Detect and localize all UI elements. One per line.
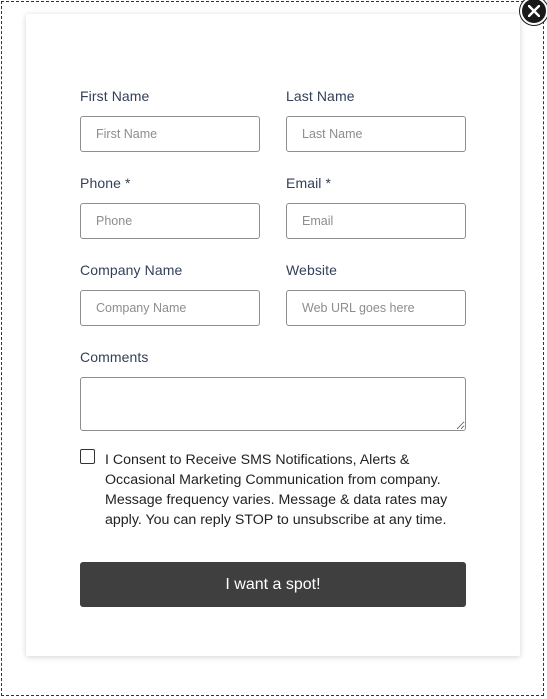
- consent-text: I Consent to Receive SMS Notifications, …: [105, 452, 448, 528]
- website-label: Website: [286, 262, 338, 278]
- company-name-input[interactable]: [80, 290, 260, 326]
- submit-button[interactable]: I want a spot!: [80, 562, 466, 607]
- last-name-input[interactable]: [286, 116, 466, 152]
- email-input[interactable]: [286, 203, 466, 239]
- close-icon: [528, 5, 540, 17]
- first-name-label: First Name: [80, 88, 150, 104]
- company-name-label: Company Name: [80, 262, 183, 278]
- last-name-label: Last Name: [286, 88, 355, 104]
- consent-checkbox[interactable]: [80, 449, 95, 464]
- phone-label: Phone *: [80, 175, 131, 191]
- close-button[interactable]: [520, 0, 547, 25]
- comments-label: Comments: [80, 349, 149, 365]
- phone-input[interactable]: [80, 203, 260, 239]
- email-label: Email *: [286, 175, 332, 191]
- first-name-input[interactable]: [80, 116, 260, 152]
- form-card: [26, 14, 520, 656]
- website-input[interactable]: [286, 290, 466, 326]
- comments-textarea[interactable]: [80, 377, 466, 431]
